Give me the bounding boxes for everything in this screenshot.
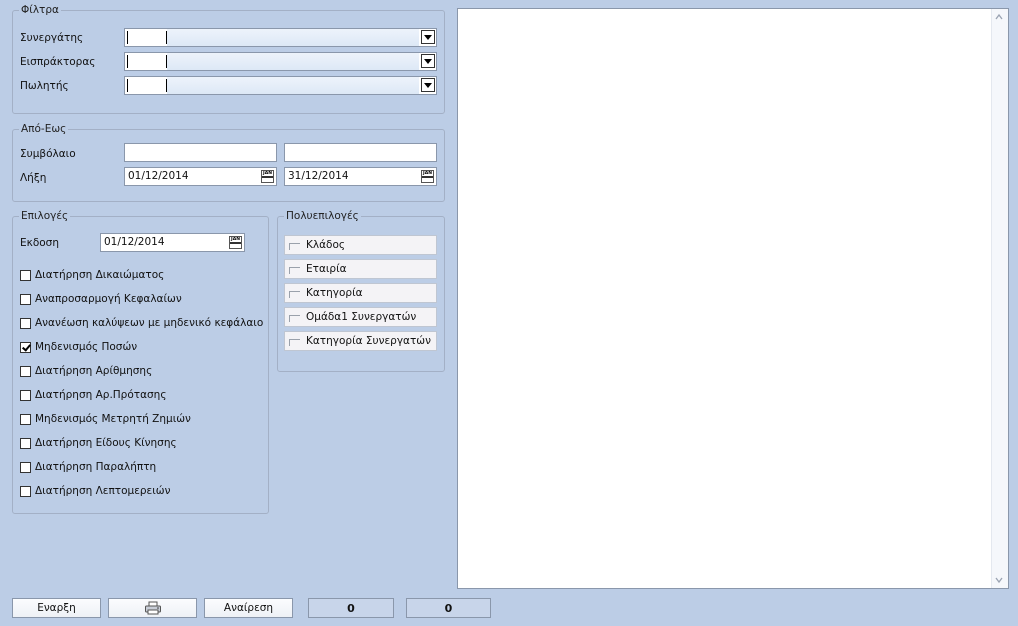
scroll-down-icon[interactable] <box>995 576 1003 584</box>
checkbox-row-keep-details[interactable]: Διατήρηση Λεπτομερειών <box>20 484 170 498</box>
options-group-title: Επιλογές <box>19 210 71 222</box>
counter-display-1: 0 <box>308 598 394 618</box>
collector-dropdown-button[interactable] <box>421 54 435 68</box>
checkbox[interactable] <box>20 317 31 329</box>
partner-dropdown-button[interactable] <box>421 30 435 44</box>
checkbox-row-keep-recipient[interactable]: Διατήρηση Παραλήπτη <box>20 460 156 474</box>
checkbox-row-keep-rights[interactable]: Διατήρηση Δικαιώματος <box>20 268 164 282</box>
checkbox-row-keep-movement[interactable]: Διατήρηση Είδους Κίνησης <box>20 436 177 450</box>
contract-label: Συμβόλαιο <box>20 148 76 160</box>
toggle-icon <box>289 243 300 250</box>
contract-from-input[interactable] <box>124 143 277 162</box>
partner-combo-value[interactable] <box>125 29 165 46</box>
issue-date[interactable]: 01/12/2014 JAN <box>100 233 245 252</box>
checkbox-row-zero-amounts[interactable]: Μηδενισμός Ποσών <box>20 340 137 354</box>
chevron-down-icon <box>424 82 432 88</box>
range-group-title: Από-Εως <box>19 123 69 135</box>
checkbox[interactable] <box>20 461 31 473</box>
seller-combo[interactable] <box>124 76 437 95</box>
collector-combo-value[interactable] <box>125 53 165 70</box>
issue-label: Εκδοση <box>20 237 59 249</box>
print-button[interactable] <box>108 598 197 618</box>
counter-display-2: 0 <box>406 598 491 618</box>
calendar-icon[interactable]: JAN <box>421 170 434 183</box>
seller-label: Πωλητής <box>20 80 69 92</box>
calendar-icon[interactable]: JAN <box>229 236 242 249</box>
collector-label: Εισπράκτορας <box>20 56 96 68</box>
multi-item-partner-group1[interactable]: Ομάδα1 Συνεργατών <box>284 307 437 327</box>
range-group: Από-Εως <box>12 123 445 202</box>
multi-item-partner-category[interactable]: Κατηγορία Συνεργατών <box>284 331 437 351</box>
toggle-icon <box>289 291 300 298</box>
expiry-to-date[interactable]: 31/12/2014 JAN <box>284 167 437 186</box>
partner-label: Συνεργάτης <box>20 32 84 44</box>
expiry-from-value: 01/12/2014 <box>128 170 189 182</box>
chevron-down-icon <box>424 58 432 64</box>
checkbox[interactable] <box>20 293 31 305</box>
checkbox-row-keep-numbering[interactable]: Διατήρηση Αρίθμησης <box>20 364 152 378</box>
start-button[interactable]: Εναρξη <box>12 598 101 618</box>
preview-pane[interactable] <box>457 8 1009 589</box>
checkbox-row-capital-adjust[interactable]: Αναπροσαρμογή Κεφαλαίων <box>20 292 182 306</box>
checkbox-row-keep-proposal[interactable]: Διατήρηση Αρ.Πρότασης <box>20 388 167 402</box>
checkbox[interactable] <box>20 269 31 281</box>
undo-button[interactable]: Αναίρεση <box>204 598 293 618</box>
checkbox-checked[interactable] <box>20 341 31 353</box>
filters-group-title: Φίλτρα <box>19 4 61 16</box>
multi-item-company[interactable]: Εταιρία <box>284 259 437 279</box>
checkbox[interactable] <box>20 413 31 425</box>
toggle-icon <box>289 267 300 274</box>
vertical-scrollbar[interactable] <box>991 9 1008 588</box>
checkbox[interactable] <box>20 389 31 401</box>
checkbox-row-zero-claims[interactable]: Μηδενισμός Μετρητή Ζημιών <box>20 412 191 426</box>
seller-dropdown-button[interactable] <box>421 78 435 92</box>
checkbox-row-renew-zero[interactable]: Ανανέωση καλύψεων με μηδενικό κεφάλαιο <box>20 316 263 330</box>
multi-item-branch[interactable]: Κλάδος <box>284 235 437 255</box>
multi-group-title: Πολυεπιλογές <box>284 210 361 222</box>
contract-to-input[interactable] <box>284 143 437 162</box>
expiry-label: Λήξη <box>20 172 47 184</box>
checkbox[interactable] <box>20 437 31 449</box>
printer-icon <box>144 601 161 615</box>
checkbox[interactable] <box>20 365 31 377</box>
scroll-up-icon[interactable] <box>995 13 1003 21</box>
expiry-from-date[interactable]: 01/12/2014 JAN <box>124 167 277 186</box>
expiry-to-value: 31/12/2014 <box>288 170 349 182</box>
issue-date-value: 01/12/2014 <box>104 236 165 248</box>
partner-combo[interactable] <box>124 28 437 47</box>
multi-item-category[interactable]: Κατηγορία <box>284 283 437 303</box>
toggle-icon <box>289 315 300 322</box>
collector-combo[interactable] <box>124 52 437 71</box>
seller-combo-value[interactable] <box>125 77 165 94</box>
chevron-down-icon <box>424 34 432 40</box>
calendar-icon[interactable]: JAN <box>261 170 274 183</box>
toggle-icon <box>289 339 300 346</box>
checkbox[interactable] <box>20 485 31 497</box>
